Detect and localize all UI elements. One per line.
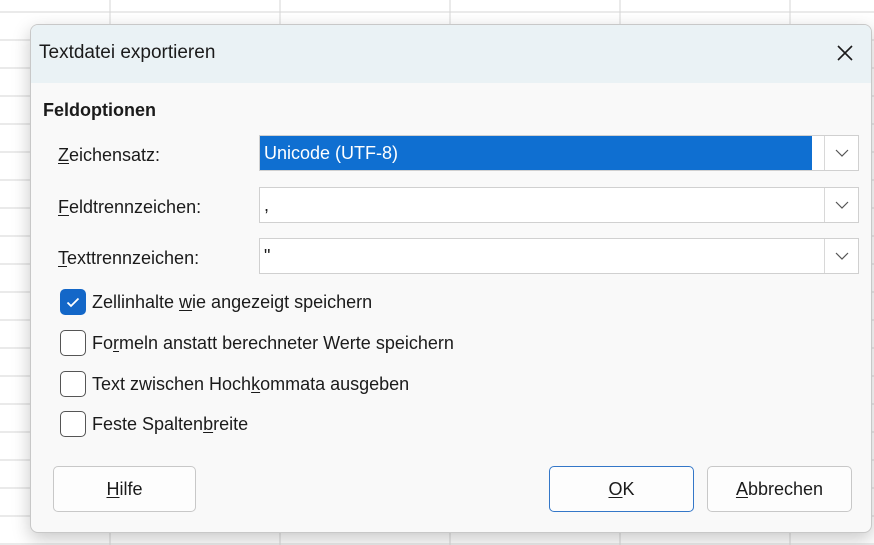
charset-dropdown-button[interactable] xyxy=(824,136,858,170)
quote-text-label: Text zwischen Hochkommata ausgeben xyxy=(92,373,410,394)
field-separator-label: Feldtrennzeichen: xyxy=(58,197,202,217)
charset-select[interactable]: Unicode (UTF-8) xyxy=(259,135,859,171)
save-formulas-label: Formeln anstatt berechneter Werte speich… xyxy=(92,332,454,353)
chevron-down-icon xyxy=(835,201,848,209)
option-fixed-width[interactable]: Feste Spaltenbreite xyxy=(60,409,248,439)
text-separator-value[interactable]: " xyxy=(260,239,270,273)
text-separator-dropdown-button[interactable] xyxy=(824,239,858,273)
field-separator-dropdown-button[interactable] xyxy=(824,188,858,222)
dialog-titlebar: Textdatei exportieren xyxy=(31,25,871,83)
option-save-formulas[interactable]: Formeln anstatt berechneter Werte speich… xyxy=(60,328,454,358)
ok-button[interactable]: OK xyxy=(549,466,694,512)
chevron-down-icon xyxy=(835,252,848,260)
cancel-button[interactable]: Abbrechen xyxy=(707,466,852,512)
cancel-button-label: Abbrechen xyxy=(735,478,824,499)
export-text-dialog: Textdatei exportieren Feldoptionen Zeich… xyxy=(30,24,872,533)
save-formulas-checkbox[interactable] xyxy=(60,330,86,356)
chevron-down-icon xyxy=(835,149,848,157)
text-separator-label: Texttrennzeichen: xyxy=(58,248,200,268)
field-separator-value[interactable]: , xyxy=(260,188,269,222)
dialog-title: Textdatei exportieren xyxy=(39,42,216,63)
help-button-label: Hilfe xyxy=(106,478,143,499)
text-separator-combo[interactable]: " xyxy=(259,238,859,274)
fixed-width-checkbox[interactable] xyxy=(60,411,86,437)
close-button[interactable] xyxy=(827,35,863,71)
fixed-width-label: Feste Spaltenbreite xyxy=(92,413,249,434)
option-save-as-shown[interactable]: Zellinhalte wie angezeigt speichern xyxy=(60,287,372,317)
close-icon xyxy=(837,45,853,61)
option-quote-text[interactable]: Text zwischen Hochkommata ausgeben xyxy=(60,369,409,399)
save-as-shown-checkbox[interactable] xyxy=(60,289,86,315)
help-button[interactable]: Hilfe xyxy=(53,466,196,512)
quote-text-checkbox[interactable] xyxy=(60,371,86,397)
save-as-shown-label: Zellinhalte wie angezeigt speichern xyxy=(92,291,373,312)
charset-label: Zeichensatz: xyxy=(58,145,161,165)
field-separator-combo[interactable]: , xyxy=(259,187,859,223)
ok-button-label: OK xyxy=(608,478,635,499)
section-title: Feldoptionen xyxy=(43,100,156,120)
charset-value: Unicode (UTF-8) xyxy=(260,136,812,170)
checkmark-icon xyxy=(66,297,80,307)
